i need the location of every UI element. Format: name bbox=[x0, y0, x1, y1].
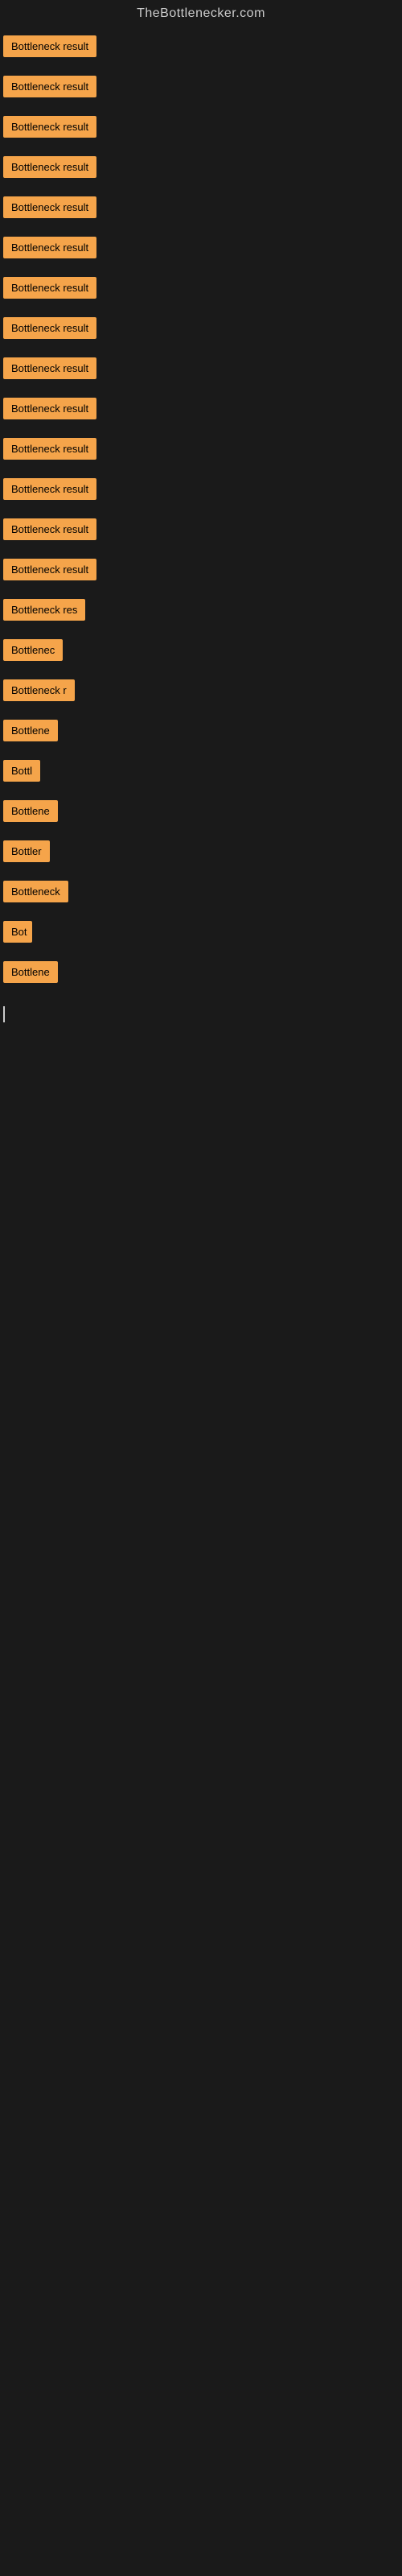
list-item[interactable]: Bottleneck result bbox=[0, 229, 402, 266]
list-item[interactable]: Bottler bbox=[0, 832, 402, 869]
list-item[interactable]: Bottleneck result bbox=[0, 470, 402, 507]
bottleneck-badge: Bottler bbox=[3, 840, 50, 862]
bottleneck-badge: Bottleneck result bbox=[3, 196, 96, 218]
list-item[interactable]: Bottleneck r bbox=[0, 671, 402, 708]
list-item[interactable]: Bot bbox=[0, 913, 402, 950]
bottleneck-badge: Bot bbox=[3, 921, 32, 943]
bottleneck-badge: Bottleneck res bbox=[3, 599, 85, 621]
bottleneck-badge: Bottleneck result bbox=[3, 277, 96, 299]
list-item[interactable]: Bottleneck result bbox=[0, 188, 402, 225]
text-cursor bbox=[3, 1006, 5, 1022]
list-item[interactable]: Bottl bbox=[0, 752, 402, 789]
bottleneck-badge: Bottleneck result bbox=[3, 559, 96, 580]
list-item[interactable]: Bottleneck result bbox=[0, 510, 402, 547]
list-item[interactable]: Bottleneck result bbox=[0, 551, 402, 588]
bottleneck-badge: Bottlenec bbox=[3, 639, 63, 661]
list-item[interactable]: Bottleneck result bbox=[0, 68, 402, 105]
bottleneck-badge: Bottleneck result bbox=[3, 116, 96, 138]
bottleneck-badge: Bottlene bbox=[3, 961, 58, 983]
list-item[interactable]: Bottlenec bbox=[0, 631, 402, 668]
bottleneck-badge: Bottleneck result bbox=[3, 156, 96, 178]
bottleneck-badge: Bottleneck result bbox=[3, 518, 96, 540]
bottleneck-badge: Bottlene bbox=[3, 720, 58, 741]
list-item[interactable]: Bottleneck res bbox=[0, 591, 402, 628]
bottleneck-badge: Bottleneck bbox=[3, 881, 68, 902]
bottleneck-badge: Bottleneck result bbox=[3, 357, 96, 379]
bottleneck-badge: Bottl bbox=[3, 760, 40, 782]
bottleneck-badge: Bottlene bbox=[3, 800, 58, 822]
list-item[interactable]: Bottlene bbox=[0, 953, 402, 990]
list-item[interactable]: Bottleneck result bbox=[0, 349, 402, 386]
bottleneck-badge: Bottleneck result bbox=[3, 317, 96, 339]
bottleneck-list: Bottleneck result Bottleneck result Bottle… bbox=[0, 27, 402, 990]
list-item[interactable]: Bottleneck result bbox=[0, 27, 402, 64]
bottleneck-badge: Bottleneck result bbox=[3, 478, 96, 500]
bottleneck-badge: Bottleneck result bbox=[3, 438, 96, 460]
bottleneck-badge: Bottleneck result bbox=[3, 76, 96, 97]
bottleneck-badge: Bottleneck result bbox=[3, 237, 96, 258]
list-item[interactable]: Bottleneck result bbox=[0, 108, 402, 145]
list-item[interactable]: Bottleneck result bbox=[0, 309, 402, 346]
list-item[interactable]: Bottlene bbox=[0, 712, 402, 749]
list-item[interactable]: Bottleneck result bbox=[0, 390, 402, 427]
list-item[interactable]: Bottleneck bbox=[0, 873, 402, 910]
list-item[interactable]: Bottleneck result bbox=[0, 269, 402, 306]
site-title: TheBottlenecker.com bbox=[0, 0, 402, 27]
bottleneck-badge: Bottleneck result bbox=[3, 398, 96, 419]
list-item[interactable]: Bottleneck result bbox=[0, 148, 402, 185]
bottleneck-badge: Bottleneck r bbox=[3, 679, 75, 701]
list-item[interactable]: Bottleneck result bbox=[0, 430, 402, 467]
bottleneck-badge: Bottleneck result bbox=[3, 35, 96, 57]
list-item[interactable]: Bottlene bbox=[0, 792, 402, 829]
